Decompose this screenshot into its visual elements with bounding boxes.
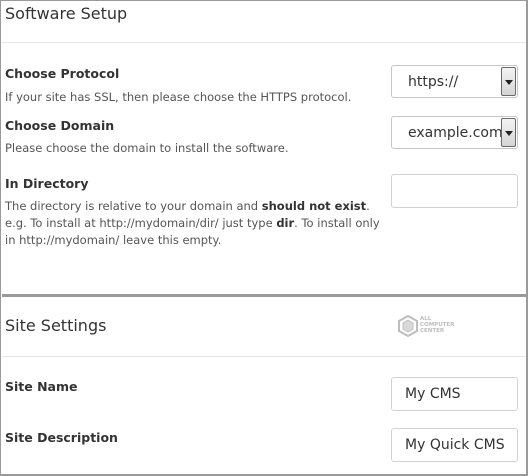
software-setup-title: Software Setup xyxy=(5,4,128,23)
domain-select-value: example.com xyxy=(408,124,503,141)
section-separator xyxy=(2,294,526,297)
domain-select[interactable]: example.com xyxy=(391,116,518,149)
choose-protocol-label: Choose Protocol xyxy=(5,66,120,81)
choose-domain-label: Choose Domain xyxy=(5,118,115,133)
directory-input[interactable] xyxy=(391,174,518,208)
site-name-label: Site Name xyxy=(5,379,78,394)
choose-protocol-help: If your site has SSL, then please choose… xyxy=(5,90,352,104)
chevron-down-icon[interactable] xyxy=(501,67,516,96)
section-divider xyxy=(2,356,526,357)
logo-text: ALL COMPUTER CENTER xyxy=(420,316,455,334)
logo-hexagon-icon xyxy=(398,315,418,337)
section-divider xyxy=(2,42,526,43)
protocol-select[interactable]: https:// xyxy=(391,65,518,98)
hexagon-logo-icon: ALL COMPUTER CENTER xyxy=(398,313,460,339)
choose-domain-help: Please choose the domain to install the … xyxy=(5,141,289,155)
chevron-down-icon[interactable] xyxy=(501,118,516,147)
site-description-input[interactable]: My Quick CMS xyxy=(391,428,518,462)
protocol-select-value: https:// xyxy=(408,73,459,90)
in-directory-help: The directory is relative to your domain… xyxy=(5,199,380,247)
site-name-input[interactable]: My CMS xyxy=(391,377,518,411)
site-description-label: Site Description xyxy=(5,430,118,445)
site-settings-title: Site Settings xyxy=(5,316,107,335)
in-directory-label: In Directory xyxy=(5,176,89,191)
